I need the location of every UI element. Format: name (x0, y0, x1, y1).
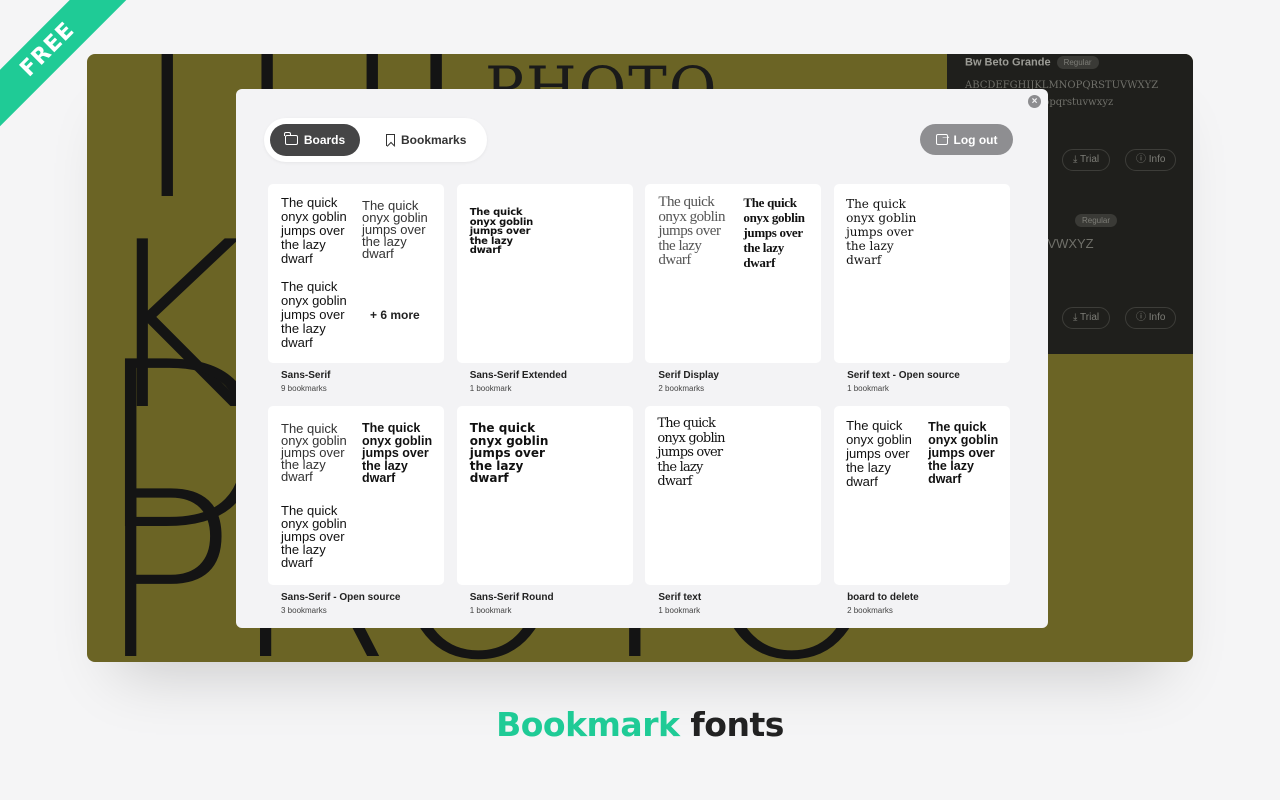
headline-accent: Bookmark (496, 705, 680, 744)
font-sample: The quick onyx goblin jumps over the laz… (657, 416, 725, 489)
board-preview: The quick onyx goblin jumps over the laz… (456, 184, 633, 363)
board-card[interactable]: The quick onyx goblin jumps over the laz… (645, 406, 822, 628)
font-sample: The quick onyx goblin jumps over the laz… (658, 194, 725, 268)
close-icon[interactable]: × (1028, 95, 1041, 108)
board-preview: The quick onyx goblin jumps over the laz… (645, 406, 822, 585)
font-sample: The quick onyx goblin jumps over the laz… (469, 421, 549, 485)
board-card[interactable]: The quick onyx goblin jumps over the laz… (645, 184, 822, 406)
board-preview: The quick onyx goblin jumps over the laz… (268, 184, 444, 363)
tab-bookmarks[interactable]: Bookmarks (374, 124, 478, 156)
board-card[interactable]: The quick onyx goblin jumps over the laz… (834, 406, 1011, 628)
font-sample: The quick onyx goblin jumps over the laz… (846, 197, 917, 267)
style-badge: Regular (1056, 56, 1099, 69)
tab-switcher: Boards Bookmarks (264, 118, 487, 162)
board-title: Serif text - Open source (847, 370, 960, 381)
board-count: 1 bookmark (469, 384, 512, 393)
free-ribbon-label: FREE (0, 0, 140, 140)
board-title: Sans-Serif Extended (469, 370, 567, 381)
logout-icon (935, 130, 952, 145)
font-sample: The quick onyx goblin jumps over the laz… (846, 418, 912, 489)
board-preview: The quick onyx goblin jumps over the laz… (456, 406, 633, 585)
board-card[interactable]: The quick onyx goblin jumps over the laz… (834, 184, 1011, 406)
board-card[interactable]: The quick onyx goblin jumps over the laz… (456, 406, 633, 628)
board-title: Sans-Serif Round (469, 592, 554, 603)
tab-boards-label: Boards (303, 133, 346, 147)
board-count: 2 bookmarks (658, 384, 705, 393)
board-title: Serif text (658, 592, 702, 603)
tab-bookmarks-label: Bookmarks (401, 133, 467, 147)
bookmark-icon (386, 134, 395, 146)
page-headline: Bookmark fonts (0, 705, 1280, 744)
info-button[interactable]: ⓘ Info (1125, 149, 1177, 171)
board-preview: The quick onyx goblin jumps over the laz… (834, 406, 1011, 585)
trial-button-2[interactable]: ⤓ Trial (1062, 307, 1111, 329)
headline-rest: fonts (679, 705, 784, 744)
board-count: 3 bookmarks (281, 606, 327, 615)
board-preview: The quick onyx goblin jumps over the laz… (645, 184, 822, 363)
board-title: Serif Display (658, 370, 719, 381)
font-sample: The quick onyx goblin jumps over the laz… (362, 421, 433, 485)
info-button-2[interactable]: ⓘ Info (1125, 307, 1177, 329)
font-sample: The quick onyx goblin jumps over the laz… (743, 195, 805, 270)
font-sample: The quick onyx goblin jumps over the laz… (281, 195, 347, 266)
board-card[interactable]: The quick onyx goblin jumps over the laz… (456, 184, 633, 406)
folder-icon (284, 132, 298, 145)
board-card[interactable]: The quick onyx goblin jumps over the laz… (268, 184, 444, 406)
tab-boards[interactable]: Boards (270, 124, 360, 156)
board-card[interactable]: The quick onyx goblin jumps over the laz… (268, 406, 444, 628)
font-sample: The quick onyx goblin jumps over the laz… (469, 207, 534, 256)
boards-grid: The quick onyx goblin jumps over the laz… (268, 184, 1011, 628)
style-badge-2: Regular (1075, 214, 1118, 227)
board-count: 9 bookmarks (281, 384, 327, 393)
more-fonts-label: + 6 more (370, 308, 420, 322)
bookmarks-modal: × Boards Bookmarks Log out The quick ony… (236, 89, 1048, 628)
font-sample: The quick onyx goblin jumps over the laz… (281, 503, 347, 570)
board-count: 1 bookmark (469, 606, 512, 615)
board-title: board to delete (847, 592, 919, 603)
trial-button[interactable]: ⤓ Trial (1062, 149, 1111, 171)
board-title: Sans-Serif (281, 370, 331, 381)
board-title: Sans-Serif - Open source (281, 592, 401, 603)
font-sample: The quick onyx goblin jumps over the laz… (281, 279, 347, 350)
board-count: 1 bookmark (847, 384, 889, 393)
board-count: 2 bookmarks (847, 606, 893, 615)
board-count: 1 bookmark (658, 606, 701, 615)
board-preview: The quick onyx goblin jumps over the laz… (834, 184, 1011, 363)
font-sample: The quick onyx goblin jumps over the laz… (281, 421, 347, 484)
logout-button[interactable]: Log out (920, 124, 1013, 155)
font-sample: The quick onyx goblin jumps over the laz… (928, 420, 999, 486)
font-name: Bw Beto Grande Regular (965, 56, 1099, 69)
font-sample: The quick onyx goblin jumps over the laz… (362, 198, 428, 261)
board-preview: The quick onyx goblin jumps over the laz… (268, 406, 444, 585)
logout-label: Log out (953, 132, 998, 147)
free-ribbon: FREE (0, 0, 140, 140)
